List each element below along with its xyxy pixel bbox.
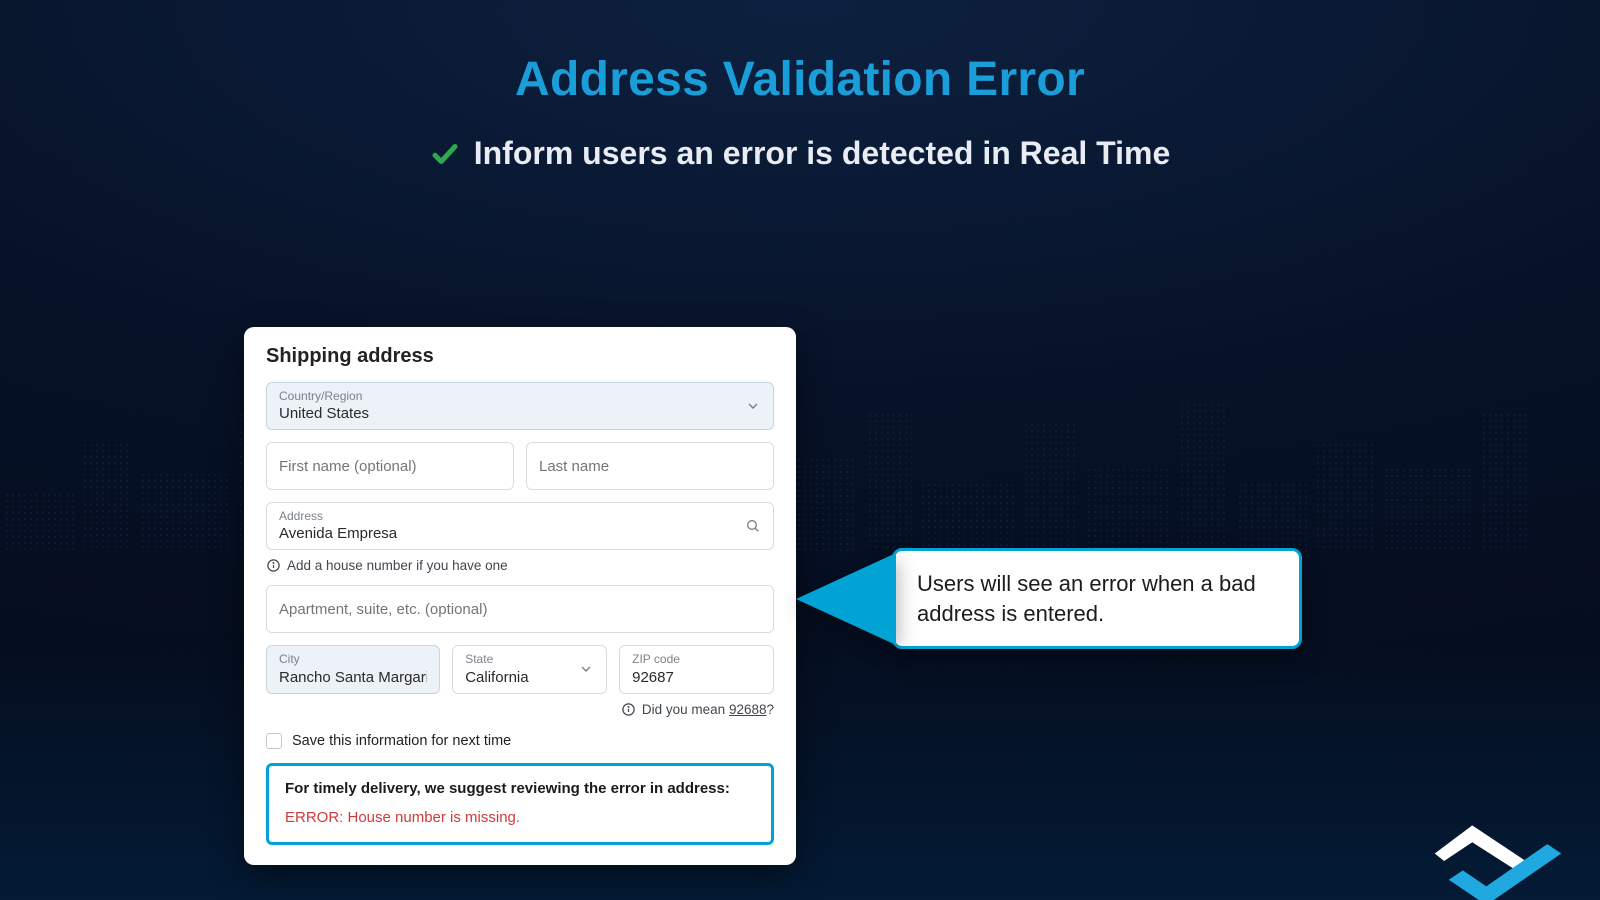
zip-suggestion-link[interactable]: 92688 [729, 702, 767, 717]
zip-hint-text: Did you mean 92688? [642, 702, 774, 717]
state-value: California [465, 669, 594, 686]
city-field[interactable]: City [266, 645, 440, 693]
zip-hint: Did you mean 92688? [266, 702, 774, 717]
last-name-input[interactable] [539, 458, 761, 475]
subtitle-text: Inform users an error is detected in Rea… [474, 135, 1171, 172]
form-heading: Shipping address [266, 345, 774, 368]
save-info-label: Save this information for next time [292, 733, 511, 749]
address-input[interactable] [279, 525, 761, 542]
page-title: Address Validation Error [0, 52, 1600, 107]
city-input[interactable] [279, 669, 427, 686]
last-name-field[interactable] [526, 442, 774, 490]
save-info-checkbox-row[interactable]: Save this information for next time [266, 733, 774, 749]
state-label: State [465, 653, 594, 666]
first-name-field[interactable] [266, 442, 514, 490]
error-lead: For timely delivery, we suggest reviewin… [285, 780, 755, 797]
apartment-input[interactable] [279, 601, 761, 618]
address-hint-text: Add a house number if you have one [287, 558, 508, 573]
check-icon [430, 139, 460, 169]
search-icon [745, 518, 761, 534]
zip-label: ZIP code [632, 653, 761, 666]
zip-field[interactable]: ZIP code [619, 645, 774, 693]
chevron-down-icon [578, 661, 594, 677]
subtitle-row: Inform users an error is detected in Rea… [0, 135, 1600, 172]
apartment-field[interactable] [266, 585, 774, 633]
country-value: United States [279, 405, 761, 422]
chevron-down-icon [745, 398, 761, 414]
background-skyline [0, 352, 1600, 552]
shipping-address-card: Shipping address Country/Region United S… [244, 327, 796, 865]
country-select[interactable]: Country/Region United States [266, 382, 774, 430]
brand-logo-icon [1416, 816, 1566, 900]
info-icon [621, 702, 636, 717]
country-label: Country/Region [279, 390, 761, 403]
zip-input[interactable] [632, 669, 761, 686]
info-icon [266, 558, 281, 573]
first-name-input[interactable] [279, 458, 501, 475]
checkbox-icon[interactable] [266, 733, 282, 749]
error-message: ERROR: House number is missing. [285, 809, 755, 826]
address-label: Address [279, 510, 761, 523]
background-gradient [0, 632, 1600, 900]
callout-box: Users will see an error when a bad addre… [892, 548, 1302, 649]
address-field[interactable]: Address [266, 502, 774, 550]
state-select[interactable]: State California [452, 645, 607, 693]
city-label: City [279, 653, 427, 666]
address-hint: Add a house number if you have one [266, 558, 774, 573]
callout: Users will see an error when a bad addre… [796, 548, 1302, 649]
error-box: For timely delivery, we suggest reviewin… [266, 763, 774, 845]
callout-text: Users will see an error when a bad addre… [917, 571, 1256, 626]
callout-pointer-icon [796, 553, 896, 645]
